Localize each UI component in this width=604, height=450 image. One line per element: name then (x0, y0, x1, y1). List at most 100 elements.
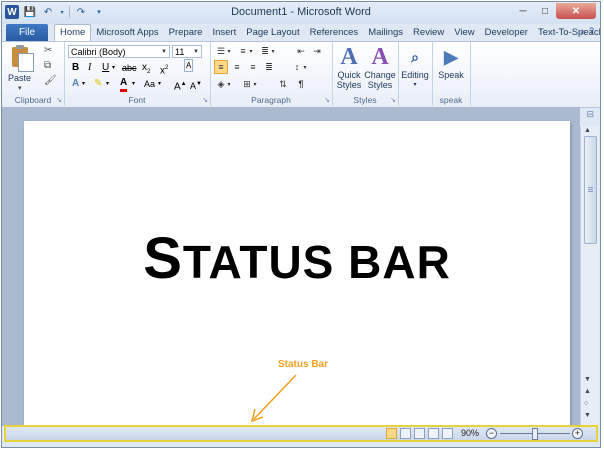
font-color-icon[interactable]: A (120, 77, 128, 92)
tab-page-layout[interactable]: Page Layout (241, 24, 304, 41)
tab-insert[interactable]: Insert (207, 24, 241, 41)
show-hide-icon[interactable]: ¶ (294, 77, 308, 91)
quick-styles-button[interactable]: A Quick Styles (334, 44, 364, 90)
tab-developer[interactable]: Developer (480, 24, 533, 41)
paragraph-launcher-icon[interactable]: ↘ (324, 96, 330, 104)
highlight-dropdown-icon[interactable]: ▾ (106, 77, 109, 91)
format-painter-icon[interactable]: 🖌 (44, 75, 57, 86)
file-tab[interactable]: File (6, 24, 48, 41)
minimize-button[interactable]: ─ (512, 3, 534, 19)
clear-formatting-icon[interactable]: A (184, 59, 194, 72)
maximize-button[interactable]: □ (534, 3, 556, 19)
bold-icon[interactable]: B (72, 61, 79, 75)
zoom-in-button[interactable]: + (572, 428, 583, 439)
strikethrough-icon[interactable]: abc (122, 61, 137, 75)
speak-group-label: speak (439, 95, 463, 105)
word-window: W 💾 ↶ ▾ ↷ ▾ Document1 - Microsoft Word ─… (1, 1, 601, 448)
editing-group: ⌕ Editing ▾ (398, 42, 433, 106)
zoom-out-button[interactable]: − (486, 428, 497, 439)
previous-page-icon[interactable]: ▲ (584, 388, 591, 395)
full-screen-reading-view-icon[interactable] (400, 428, 411, 439)
text-effects-icon[interactable]: A (72, 77, 79, 91)
next-page-icon[interactable]: ▼ (584, 412, 591, 419)
select-browse-object-icon[interactable]: ○ (584, 400, 588, 407)
paste-button-label[interactable]: Paste (8, 73, 31, 83)
change-styles-icon: A (371, 44, 389, 70)
paste-icon[interactable] (10, 45, 34, 72)
scroll-thumb[interactable] (584, 136, 597, 244)
font-name-field[interactable]: Calibri (Body) ▼ (68, 45, 170, 58)
font-name-dropdown-icon[interactable]: ▼ (161, 46, 167, 59)
multilevel-list-dropdown-icon[interactable]: ▾ (270, 44, 276, 58)
change-case-icon[interactable]: Aa (144, 77, 155, 91)
font-launcher-icon[interactable]: ↘ (202, 96, 208, 104)
window-title: Document1 - Microsoft Word (231, 6, 371, 18)
shading-dropdown-icon[interactable]: ▾ (226, 77, 232, 91)
underline-icon[interactable]: U (102, 61, 109, 75)
decrease-indent-icon[interactable]: ⇤ (294, 44, 308, 58)
copy-icon[interactable]: ⧉ (44, 60, 51, 71)
numbering-dropdown-icon[interactable]: ▾ (248, 44, 254, 58)
speak-button[interactable]: ▶ Speak (434, 44, 468, 80)
align-left-icon[interactable]: ≡ (214, 60, 228, 74)
highlight-icon[interactable]: ✎ (94, 77, 102, 91)
styles-launcher-icon[interactable]: ↘ (390, 96, 396, 104)
tab-mailings[interactable]: Mailings (363, 24, 408, 41)
scroll-down-icon[interactable]: ▼ (584, 376, 591, 383)
status-bar: 90% − + (4, 425, 598, 442)
clipboard-launcher-icon[interactable]: ↘ (56, 96, 62, 104)
underline-dropdown-icon[interactable]: ▾ (112, 61, 115, 75)
quick-styles-icon: A (340, 44, 358, 70)
superscript-icon[interactable]: x2 (160, 61, 168, 76)
font-name-value: Calibri (Body) (71, 47, 126, 57)
tab-home[interactable]: Home (54, 24, 92, 42)
align-right-icon[interactable]: ≡ (246, 60, 260, 74)
borders-dropdown-icon[interactable]: ▾ (252, 77, 258, 91)
text-effects-dropdown-icon[interactable]: ▾ (82, 77, 85, 91)
ribbon-tab-row: File Home Microsoft Apps Prepare Insert … (2, 24, 600, 42)
font-color-dropdown-icon[interactable]: ▾ (132, 77, 135, 91)
speak-group: ▶ Speak speak (432, 42, 471, 106)
change-case-dropdown-icon[interactable]: ▾ (158, 77, 161, 91)
tab-prepare[interactable]: Prepare (164, 24, 208, 41)
tab-microsoft-apps[interactable]: Microsoft Apps (91, 24, 163, 41)
change-styles-button[interactable]: A Change Styles (364, 44, 396, 90)
paragraph-group: ☰ ▾ ≡ ▾ ≣ ▾ ⇤ ⇥ ≡ ≡ ≡ ≣ ↕ ▾ ◈ ▾ ⊞ ▾ ⇅ ¶ … (210, 42, 333, 106)
tab-review[interactable]: Review (408, 24, 449, 41)
bullets-dropdown-icon[interactable]: ▾ (226, 44, 232, 58)
scroll-up-icon[interactable]: ▲ (584, 127, 591, 134)
grow-font-icon[interactable]: A▲ (174, 77, 187, 92)
tab-references[interactable]: References (305, 24, 364, 41)
vertical-scrollbar[interactable]: ▲ ▼ ▲ ○ ▼ (580, 126, 599, 426)
font-size-field[interactable]: 11 ▼ (172, 45, 202, 58)
zoom-slider-thumb[interactable] (532, 428, 538, 440)
view-ruler-icon[interactable]: ⊟ (586, 109, 594, 120)
subscript-icon[interactable]: x2 (142, 61, 150, 75)
view-buttons (386, 428, 453, 439)
italic-icon[interactable]: I (88, 61, 91, 75)
editing-dropdown-icon: ▾ (413, 82, 417, 88)
styles-group-label: Styles (353, 95, 377, 105)
print-layout-view-icon[interactable] (386, 428, 397, 439)
outline-view-icon[interactable] (428, 428, 439, 439)
tab-view[interactable]: View (449, 24, 479, 41)
increase-indent-icon[interactable]: ⇥ (310, 44, 324, 58)
annotation-arrow (250, 374, 297, 423)
minimize-ribbon-icon[interactable]: ▵ (580, 26, 585, 37)
font-group-label: Font (128, 95, 146, 105)
font-size-dropdown-icon[interactable]: ▼ (193, 46, 199, 59)
paste-dropdown-icon[interactable]: ▾ (18, 84, 22, 92)
close-button[interactable]: ✕ (556, 3, 596, 19)
editing-button[interactable]: ⌕ Editing ▾ (399, 44, 431, 90)
draft-view-icon[interactable] (442, 428, 453, 439)
cut-icon[interactable]: ✂ (44, 45, 52, 56)
justify-icon[interactable]: ≣ (262, 60, 276, 74)
web-layout-view-icon[interactable] (414, 428, 425, 439)
align-center-icon[interactable]: ≡ (230, 60, 244, 74)
shrink-font-icon[interactable]: A▼ (190, 77, 202, 91)
zoom-level[interactable]: 90% (461, 428, 479, 438)
help-icon[interactable]: ? (589, 26, 594, 37)
document-page[interactable]: STATUS BAR Status Bar (24, 121, 570, 431)
sort-icon[interactable]: ⇅ (276, 77, 290, 91)
line-spacing-dropdown-icon[interactable]: ▾ (302, 60, 308, 74)
